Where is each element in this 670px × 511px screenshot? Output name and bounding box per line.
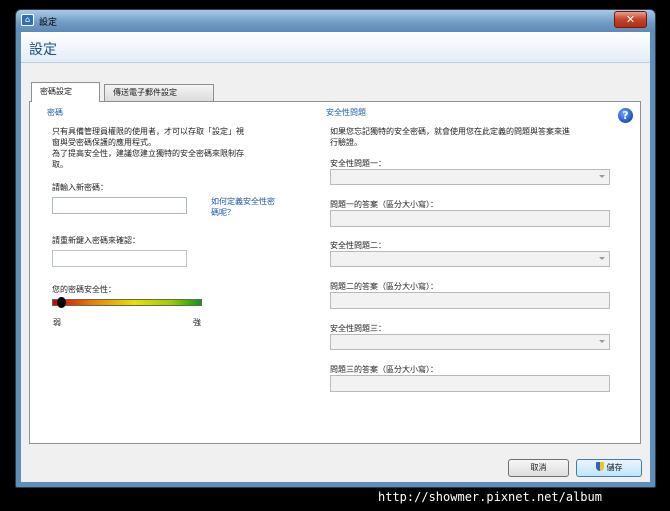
tab-email-settings[interactable]: 傳送電子郵件設定 (104, 84, 214, 101)
security-desc-line-1: 如果您忘記獨特的安全密碼，就會使用您在此定義的問題與答案來進 (330, 127, 570, 136)
password-section-title: 密碼 (47, 108, 63, 117)
confirm-password-label: 請重新鍵入密碼來確認： (52, 236, 140, 245)
answer-3-field[interactable] (330, 375, 610, 392)
security-question-1-label: 安全性問題一： (330, 159, 386, 168)
strength-weak-label: 弱 (53, 318, 61, 327)
password-help-link-line-2[interactable]: 碼呢？ (211, 207, 235, 218)
help-icon[interactable]: ? (618, 108, 633, 123)
password-strength-meter (52, 297, 202, 308)
shield-icon (595, 462, 604, 471)
security-section-title: 安全性問題 (326, 108, 366, 117)
security-question-2-label: 安全性問題二： (330, 241, 386, 250)
chevron-down-icon (599, 175, 605, 178)
security-question-3-label: 安全性問題三： (330, 324, 386, 333)
page-title: 設定 (29, 42, 57, 58)
answer-2-field[interactable] (330, 292, 610, 309)
tab-password-settings[interactable]: 密碼設定 (31, 82, 100, 102)
tab-panel: 密碼 只有具備管理員權限的使用者，才可以存取「設定」視 窗與受密碼保護的應用程式… (29, 101, 641, 444)
chevron-down-icon (599, 340, 605, 343)
confirm-password-field[interactable] (52, 250, 187, 267)
watermark: http://showmer.pixnet.net/album (378, 490, 602, 504)
security-desc-line-2: 行驗證。 (330, 138, 362, 147)
password-desc-line-1: 只有具備管理員權限的使用者，才可以存取「設定」視 (52, 127, 244, 136)
answer-1-field[interactable] (330, 210, 610, 227)
new-password-label: 請輸入新密碼： (52, 183, 108, 192)
client-area: 設定 密碼設定 傳送電子郵件設定 密碼 只有具備管理員權限的使用者，才可以存取「… (21, 32, 650, 482)
save-button[interactable]: 儲存 (576, 459, 642, 477)
close-button[interactable]: ✕ (614, 11, 647, 28)
password-help-link-line-1[interactable]: 如何定義安全性密 (211, 196, 275, 207)
app-icon: ⌂ (21, 14, 34, 26)
settings-window: ⌂ 設定 ✕ 設定 密碼設定 傳送電子郵件設定 密碼 只有具備管理員權限的使用者… (15, 9, 656, 488)
password-desc-line-2: 窗與受密碼保護的應用程式。 (52, 138, 156, 147)
strength-indicator (56, 297, 66, 308)
chevron-down-icon (599, 257, 605, 260)
window-title: 設定 (39, 18, 58, 28)
strength-strong-label: 強 (193, 318, 201, 327)
header-bar: 設定 (21, 32, 650, 63)
answer-2-label: 問題二的答案（區分大小寫）： (330, 282, 438, 291)
security-question-3-select[interactable] (330, 334, 610, 350)
security-question-2-select[interactable] (330, 251, 610, 267)
title-bar[interactable]: ⌂ 設定 ✕ (16, 10, 655, 32)
answer-1-label: 問題一的答案（區分大小寫）： (330, 200, 438, 209)
answer-3-label: 問題三的答案（區分大小寫）： (330, 365, 438, 374)
password-desc-line-4: 取。 (52, 160, 68, 169)
new-password-field[interactable] (52, 197, 187, 214)
cancel-button[interactable]: 取消 (508, 459, 569, 477)
save-button-label: 儲存 (606, 463, 623, 472)
password-desc-line-3: 為了提高安全性，建議您建立獨特的安全密碼來限制存 (52, 149, 244, 158)
strength-label: 您的密碼安全性： (52, 285, 116, 294)
security-question-1-select[interactable] (330, 169, 610, 185)
